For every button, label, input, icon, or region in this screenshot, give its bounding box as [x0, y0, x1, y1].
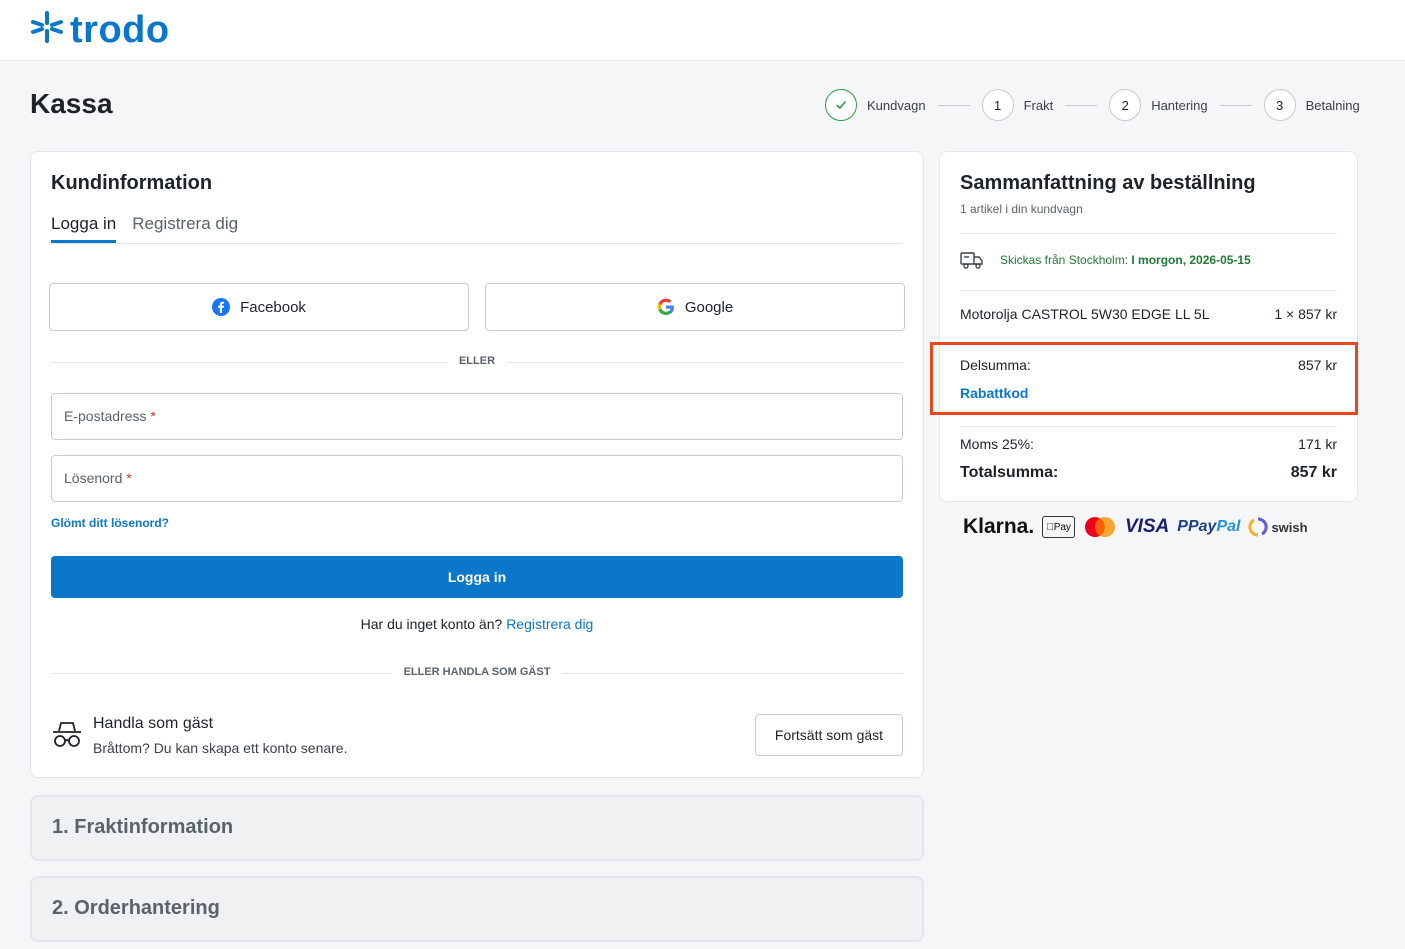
- step-label: Frakt: [1023, 97, 1054, 113]
- total-row: Totalsumma: 857 kr: [960, 464, 1337, 482]
- apple-pay-logo: Pay: [1042, 516, 1075, 538]
- visa-logo: VISA: [1117, 516, 1169, 537]
- truck-icon: [960, 250, 984, 270]
- cart-item-row: Motorolja CASTROL 5W30 EDGE LL 5L 1 × 85…: [960, 306, 1337, 322]
- tab-login[interactable]: Logga in: [51, 214, 117, 243]
- swish-label: swish: [1263, 519, 1307, 535]
- step-frakt: 1 Frakt: [981, 89, 1054, 121]
- continue-as-guest-button[interactable]: Fortsätt som gäst: [755, 714, 903, 756]
- login-button[interactable]: Logga in: [51, 556, 903, 598]
- section-title: 1. Fraktinformation: [52, 816, 234, 838]
- password-placeholder: Lösenord *: [64, 470, 132, 486]
- swish-logo: swish: [1248, 517, 1308, 537]
- total-label: Totalsumma:: [960, 464, 1059, 481]
- highlight-box: [930, 342, 1358, 415]
- trodo-logo[interactable]: trodo: [30, 10, 170, 49]
- step-label: Betalning: [1305, 97, 1360, 113]
- password-placeholder-text: Lösenord: [64, 470, 123, 486]
- login-tabs: Logga in Registrera dig: [51, 214, 903, 244]
- mastercard-logo: [1083, 516, 1117, 538]
- email-placeholder-text: E-postadress: [64, 408, 147, 424]
- step-hantering: 2 Hantering: [1109, 89, 1208, 121]
- no-account-label: Har du inget konto än?: [360, 616, 503, 632]
- shipping-prefix: Skickas från Stockholm:: [1000, 253, 1129, 267]
- logo-star-icon: [30, 10, 64, 49]
- section-title: 2. Orderhantering: [52, 897, 220, 919]
- klarna-logo: Klarna.: [963, 515, 1035, 538]
- vat-label: Moms 25%:: [960, 436, 1034, 452]
- step-label: Kundvagn: [867, 97, 926, 113]
- paypal-p-icon: P: [1169, 518, 1188, 535]
- page-title: Kassa: [30, 88, 113, 119]
- email-field[interactable]: E-postadress *: [51, 393, 903, 440]
- step-done-circle: [825, 89, 857, 121]
- no-account-text: Har du inget konto än? Registrera dig: [31, 616, 923, 632]
- vat-value: 171 kr: [1298, 436, 1337, 452]
- step-number: 3: [1263, 89, 1296, 121]
- step-connector: [1219, 104, 1252, 106]
- subtotal-row: Delsumma: 857 kr: [960, 357, 1337, 373]
- or-divider: ELLER: [31, 355, 923, 367]
- step-connector: [1065, 104, 1098, 106]
- item-qty-price: 1 × 857 kr: [1274, 306, 1337, 322]
- total-value: 857 kr: [1290, 464, 1337, 481]
- paypal-logo: PPayPal: [1177, 518, 1240, 536]
- discount-code-link[interactable]: Rabattkod: [960, 385, 1028, 401]
- password-field[interactable]: Lösenord *: [51, 455, 903, 502]
- google-icon: [657, 298, 675, 316]
- payment-methods: Klarna. Pay VISA PPayPal swish: [963, 515, 1308, 539]
- google-label: Google: [684, 298, 734, 316]
- facebook-label: Facebook: [240, 298, 306, 316]
- order-summary-card: Sammanfattning av beställning 1 artikel …: [930, 151, 1358, 502]
- section-order-handling[interactable]: 2. Orderhantering: [30, 876, 924, 942]
- paypal-label-pay: Pay: [1180, 518, 1216, 535]
- step-label: Hantering: [1151, 97, 1208, 113]
- section-shipping-info[interactable]: 1. Fraktinformation: [30, 795, 924, 861]
- required-mark: *: [126, 470, 132, 486]
- guest-divider: ELLER HANDLA SOM GÄST: [31, 666, 923, 678]
- divider: [960, 233, 1337, 234]
- apple-icon: : [1046, 522, 1054, 533]
- customer-info-title: Kundinformation: [51, 172, 213, 194]
- checkout-stepper: Kundvagn 1 Frakt 2 Hantering 3 Betalning: [825, 89, 1360, 121]
- swish-icon: [1248, 517, 1269, 537]
- divider: [960, 290, 1337, 291]
- summary-title: Sammanfattning av beställning: [960, 172, 1256, 194]
- incognito-icon: [51, 720, 83, 753]
- check-icon: [836, 101, 846, 110]
- step-kundvagn[interactable]: Kundvagn: [825, 89, 926, 121]
- guest-divider-label: ELLER HANDLA SOM GÄST: [391, 666, 563, 678]
- subtotal-label: Delsumma:: [960, 357, 1031, 373]
- apple-pay-label: Pay: [1046, 521, 1071, 533]
- facebook-login-button[interactable]: Facebook: [49, 283, 469, 331]
- divider: [960, 426, 1337, 427]
- tab-register[interactable]: Registrera dig: [132, 214, 238, 243]
- register-link[interactable]: Registrera dig: [506, 616, 593, 632]
- vat-row: Moms 25%: 171 kr: [960, 436, 1337, 452]
- customer-info-card: Kundinformation Logga in Registrera dig …: [30, 151, 924, 778]
- guest-title: Handla som gäst: [93, 715, 214, 732]
- or-label: ELLER: [446, 355, 508, 367]
- shipping-date: I morgon, 2026-05-15: [1131, 253, 1251, 267]
- step-connector: [937, 104, 970, 106]
- step-betalning: 3 Betalning: [1263, 89, 1360, 121]
- forgot-password-link[interactable]: Glömt ditt lösenord?: [51, 516, 169, 530]
- email-placeholder: E-postadress *: [64, 408, 156, 424]
- guest-subtitle: Bråttom? Du kan skapa ett konto senare.: [93, 740, 348, 756]
- google-login-button[interactable]: Google: [485, 283, 905, 331]
- paypal-label-pal: Pal: [1208, 518, 1240, 535]
- logo-text: trodo: [70, 8, 170, 51]
- subtotal-value: 857 kr: [1298, 357, 1337, 373]
- item-name: Motorolja CASTROL 5W30 EDGE LL 5L: [960, 306, 1210, 322]
- summary-subtitle: 1 artikel i din kundvagn: [960, 202, 1083, 216]
- shipping-info: Skickas från Stockholm: I morgon, 2026-0…: [960, 250, 1251, 270]
- facebook-icon: [212, 298, 231, 316]
- top-bar: trodo: [0, 0, 1405, 61]
- required-mark: *: [150, 408, 156, 424]
- guest-section: Handla som gäst Bråttom? Du kan skapa et…: [51, 714, 903, 758]
- step-number: 1: [981, 89, 1014, 121]
- step-number: 2: [1109, 89, 1142, 121]
